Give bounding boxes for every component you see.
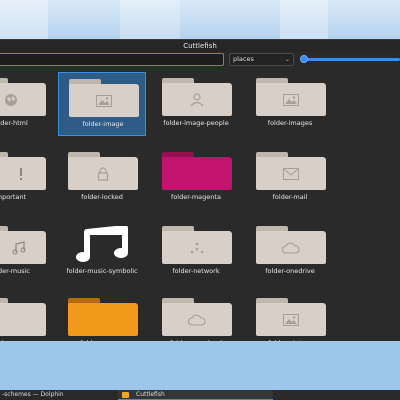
icon-item[interactable]: folder-onedrive	[246, 220, 334, 284]
folder-icon	[68, 298, 138, 336]
cloud-icon	[282, 242, 300, 254]
search-input[interactable]	[0, 53, 224, 66]
icon-item[interactable]: folder-images	[246, 72, 334, 136]
icon-label: folder-html	[0, 119, 28, 127]
icon-label: folder-mail	[272, 193, 308, 201]
icon-item[interactable]: folder-image-people	[152, 72, 240, 136]
globe-icon	[5, 93, 17, 106]
icon-label: folder-locked	[81, 193, 123, 201]
folder-icon	[162, 152, 232, 190]
icon-label: folder-onedrive	[265, 267, 315, 275]
network-icon	[190, 242, 204, 253]
folder-icon	[0, 226, 46, 264]
chevron-down-icon: ⌄	[284, 56, 290, 63]
icon-item[interactable]: folder-music-symbolic	[58, 220, 146, 284]
image-icon	[283, 313, 299, 326]
folder-icon	[162, 78, 232, 116]
icon-label: folder-image	[82, 120, 124, 128]
icon-label: folder-music-symbolic	[66, 267, 138, 275]
icon-label: folder-magenta	[171, 193, 221, 201]
icon-label: folder-music	[0, 267, 30, 275]
icon-label: folder-images	[267, 119, 313, 127]
folder-icon	[162, 226, 232, 264]
folder-icon	[256, 152, 326, 190]
cloud-icon	[188, 314, 206, 326]
taskbar-item-dolphin[interactable]: -schemes — Dolphin	[0, 390, 64, 400]
icon-label: folder-image-people	[163, 119, 229, 127]
lock-icon	[97, 166, 109, 181]
image-icon	[283, 93, 299, 106]
category-select-value: places	[233, 55, 254, 63]
music-note-icon	[68, 224, 138, 268]
icon-item[interactable]: important	[0, 146, 54, 210]
toolbar: places ⌄	[0, 52, 400, 68]
folder-icon	[69, 79, 139, 117]
cuttlefish-window: Cuttlefish places ⌄ folder-html folder-i…	[0, 39, 400, 347]
cuttlefish-app-icon	[122, 392, 129, 398]
window-title: Cuttlefish	[183, 42, 217, 50]
taskbar-item-cuttlefish[interactable]: Cuttlefish	[118, 390, 273, 400]
folder-icon	[0, 152, 46, 190]
image-icon	[96, 94, 112, 107]
zoom-slider-track[interactable]	[300, 58, 400, 61]
taskbar: -schemes — Dolphin Cuttlefish	[0, 390, 400, 400]
music-note-icon	[12, 240, 26, 254]
mail-icon	[283, 167, 299, 180]
folder-icon	[256, 226, 326, 264]
category-select[interactable]: places ⌄	[229, 53, 294, 66]
person-icon	[190, 92, 204, 106]
icon-item[interactable]: folder-magenta	[152, 146, 240, 210]
icon-item[interactable]: folder-music	[0, 220, 54, 284]
icon-label: folder-network	[172, 267, 220, 275]
folder-icon	[256, 78, 326, 116]
zoom-slider-handle[interactable]	[300, 55, 308, 63]
icon-item[interactable]: folder-image	[58, 72, 146, 136]
window-titlebar[interactable]: Cuttlefish	[0, 40, 400, 52]
desktop-wallpaper-lower	[0, 341, 400, 390]
folder-icon	[0, 298, 46, 336]
folder-icon	[256, 298, 326, 336]
folder-icon	[68, 152, 138, 190]
icon-grid: folder-html folder-image folder-image-pe…	[0, 70, 400, 347]
taskbar-item-label: Cuttlefish	[136, 391, 165, 398]
folder-icon	[0, 78, 46, 116]
icon-item[interactable]: folder-html	[0, 72, 54, 136]
icon-item[interactable]: folder-mail	[246, 146, 334, 210]
taskbar-item-label: -schemes — Dolphin	[2, 391, 64, 398]
icon-label: important	[0, 193, 27, 201]
exclamation-icon	[20, 167, 22, 180]
icon-item[interactable]: folder-network	[152, 220, 240, 284]
icon-item[interactable]: folder-locked	[58, 146, 146, 210]
folder-icon	[162, 298, 232, 336]
